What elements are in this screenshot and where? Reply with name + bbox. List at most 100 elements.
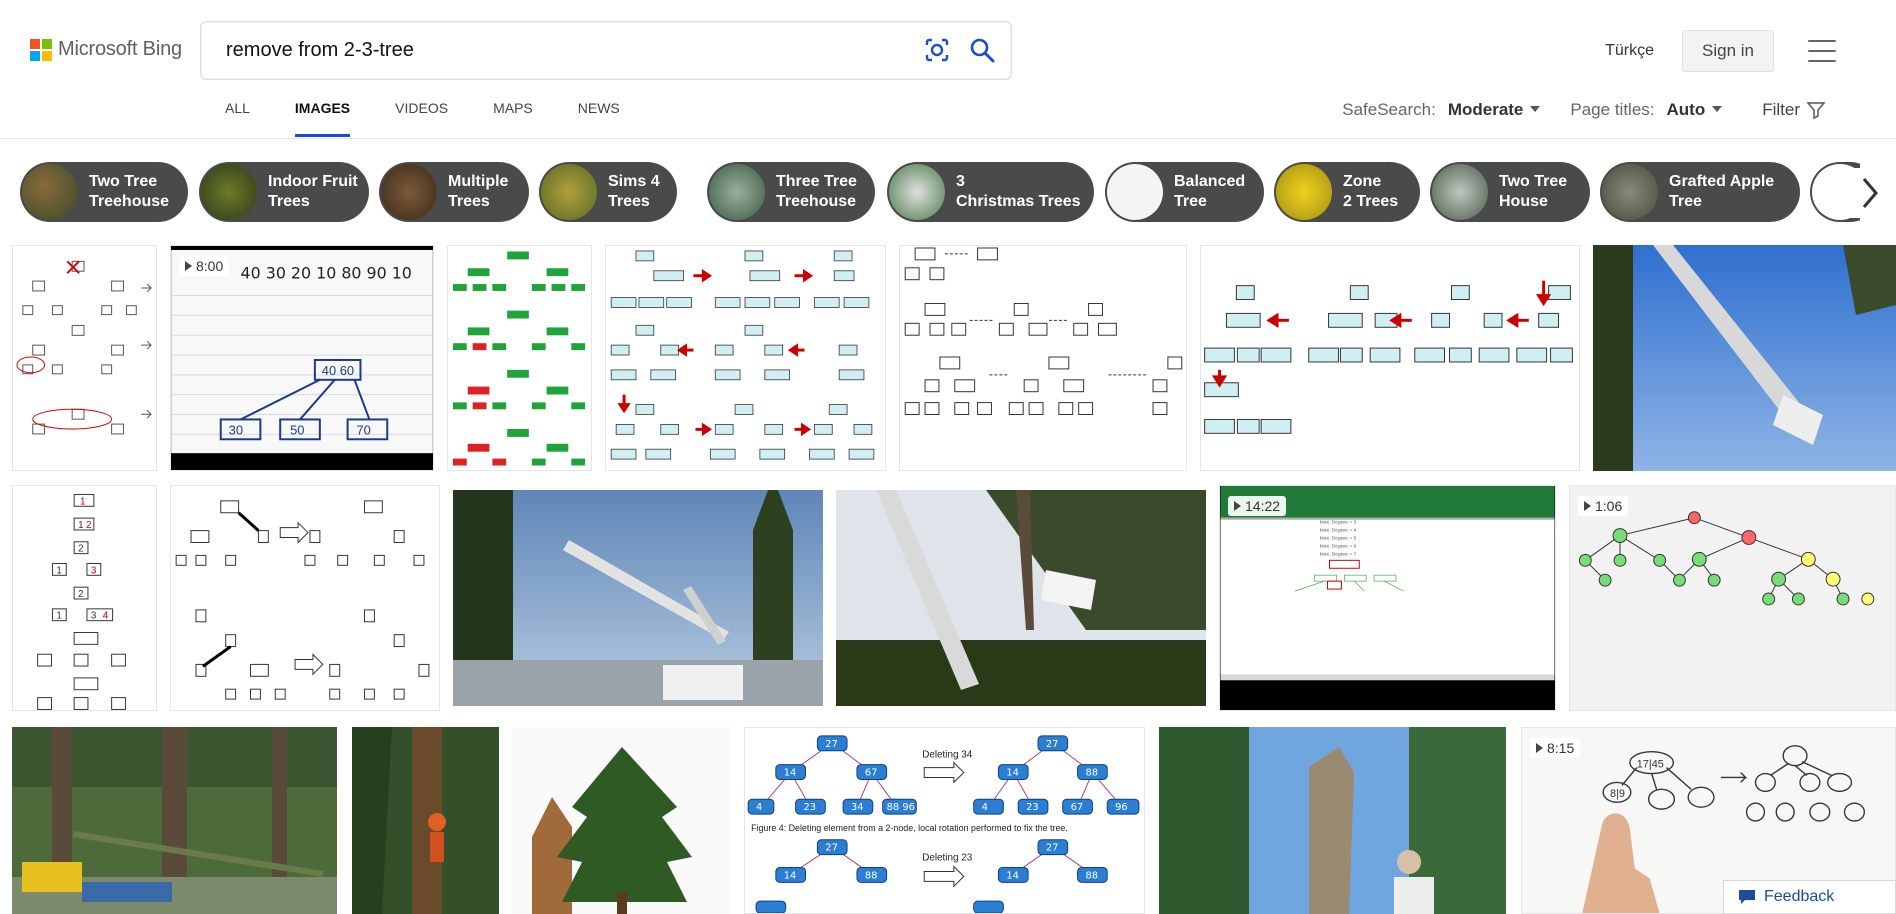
svg-text:2: 2 bbox=[78, 544, 83, 555]
svg-text:96: 96 bbox=[1115, 802, 1128, 813]
chevron-right-icon bbox=[1862, 178, 1878, 208]
tab-all[interactable]: ALL bbox=[225, 100, 250, 136]
image-result[interactable] bbox=[1593, 245, 1896, 471]
svg-text:40 30 20 10 80 90 10: 40 30 20 10 80 90 10 bbox=[241, 264, 412, 283]
pine-tree-photo bbox=[512, 727, 731, 914]
visual-search-icon[interactable] bbox=[923, 36, 951, 64]
svg-text:23: 23 bbox=[1026, 802, 1039, 813]
svg-text:1: 1 bbox=[80, 496, 85, 507]
svg-text:88 96: 88 96 bbox=[887, 802, 915, 813]
video-result[interactable]: Max. Degree = 3 Max. Degree = 4 Max. Degre… bbox=[1219, 485, 1556, 711]
related-pill[interactable]: 3 Christmas Trees bbox=[887, 162, 1094, 222]
filter-button[interactable]: Filter bbox=[1762, 100, 1826, 120]
search-icon[interactable] bbox=[968, 36, 996, 64]
image-result[interactable] bbox=[1200, 245, 1580, 471]
feedback-label: Feedback bbox=[1764, 888, 1835, 905]
carousel-next-button[interactable] bbox=[1848, 168, 1892, 218]
svg-text:34: 34 bbox=[851, 802, 864, 813]
svg-text:50: 50 bbox=[290, 422, 304, 437]
image-result[interactable] bbox=[352, 727, 499, 914]
image-result[interactable] bbox=[512, 727, 731, 914]
svg-text:1: 1 bbox=[78, 520, 83, 531]
video-duration: 14:22 bbox=[1245, 498, 1281, 514]
sign-in-button[interactable]: Sign in bbox=[1682, 30, 1774, 72]
pill-thumbnail bbox=[709, 164, 765, 220]
related-pill[interactable]: Two Tree House bbox=[1430, 162, 1590, 222]
pill-label-2: Tree bbox=[1669, 193, 1702, 210]
page-titles-dropdown[interactable]: Auto bbox=[1667, 100, 1706, 120]
pill-label-1: Indoor Fruit bbox=[268, 173, 358, 190]
svg-text:1: 1 bbox=[56, 565, 61, 576]
scope-tabs: ALL IMAGES VIDEOS MAPS NEWS bbox=[225, 100, 665, 137]
image-result[interactable] bbox=[899, 245, 1187, 471]
image-result[interactable]: 1122132134 bbox=[12, 485, 157, 711]
video-duration-badge: 14:22 bbox=[1228, 496, 1287, 516]
tab-videos[interactable]: VIDEOS bbox=[395, 100, 448, 136]
image-result[interactable] bbox=[12, 245, 157, 471]
image-result[interactable] bbox=[605, 245, 886, 471]
image-result[interactable] bbox=[12, 727, 337, 914]
related-pill[interactable]: Sims 4 Trees bbox=[539, 162, 677, 222]
pill-label-1: Grafted Apple bbox=[1669, 173, 1775, 190]
svg-text:88: 88 bbox=[1085, 767, 1098, 778]
video-result[interactable]: 40 30 20 10 80 90 10 40 60 30 50 70 8:00 bbox=[170, 245, 434, 471]
related-pill[interactable]: Multiple Trees bbox=[379, 162, 529, 222]
video-duration-badge: 8:15 bbox=[1530, 738, 1581, 758]
related-pill[interactable]: Zone 2 Trees bbox=[1274, 162, 1420, 222]
video-duration: 8:15 bbox=[1547, 740, 1575, 756]
related-pill[interactable]: Balanced Tree bbox=[1105, 162, 1264, 222]
related-pill[interactable]: Two Tree Treehouse bbox=[20, 162, 188, 222]
pill-thumbnail bbox=[1276, 164, 1332, 220]
tree-diagram-image bbox=[610, 250, 875, 460]
svg-text:70: 70 bbox=[357, 422, 371, 437]
svg-text:27: 27 bbox=[825, 739, 838, 750]
chevron-down-icon bbox=[1530, 106, 1541, 112]
pill-label-1: 3 bbox=[956, 173, 965, 190]
pill-label-2: Trees bbox=[608, 193, 650, 210]
image-result[interactable] bbox=[453, 490, 823, 706]
svg-text:23: 23 bbox=[804, 802, 817, 813]
related-pill[interactable]: Three Tree Treehouse bbox=[707, 162, 875, 222]
language-link[interactable]: Türkçe bbox=[1605, 42, 1654, 60]
search-box[interactable]: remove from 2-3-tree bbox=[200, 21, 1012, 80]
bucket-truck-photo bbox=[836, 490, 1206, 706]
svg-text:88: 88 bbox=[865, 870, 878, 881]
pill-label-2: 2 Trees bbox=[1343, 193, 1399, 210]
chat-bubble-icon bbox=[1739, 890, 1755, 904]
svg-text:3: 3 bbox=[91, 611, 97, 622]
image-result[interactable] bbox=[170, 485, 440, 711]
bing-logo[interactable]: Microsoft Bing bbox=[30, 38, 182, 61]
whiteboard-tree-image: 40 30 20 10 80 90 10 40 60 30 50 70 bbox=[171, 249, 433, 454]
video-result[interactable]: 1:06 bbox=[1569, 485, 1896, 711]
tree-diagram-image bbox=[904, 247, 1183, 415]
svg-text:40 60: 40 60 bbox=[322, 363, 354, 378]
tab-images[interactable]: IMAGES bbox=[294, 100, 351, 137]
animation-screenshot-image: Max. Degree = 3 Max. Degree = 4 Max. Degre… bbox=[1220, 486, 1555, 681]
hamburger-menu-icon[interactable] bbox=[1808, 40, 1836, 62]
feedback-button[interactable]: Feedback bbox=[1723, 880, 1896, 914]
tab-news[interactable]: NEWS bbox=[578, 100, 620, 136]
related-pill[interactable]: Indoor Fruit Trees bbox=[199, 162, 369, 222]
header-bar: Microsoft Bing remove from 2-3-tree Türk… bbox=[0, 0, 1896, 139]
image-result[interactable]: 27 14 67 4 23 34 88 96 27 14 88 4 23 67 96 27 14 88 27 14 8… bbox=[744, 727, 1145, 914]
related-pill[interactable]: Grafted Apple Tree bbox=[1600, 162, 1800, 222]
svg-text:14: 14 bbox=[1006, 870, 1019, 881]
tree-diagram-image: 27 14 67 4 23 34 88 96 27 14 88 4 23 67 96 27 14 88 27 14 8… bbox=[747, 735, 1140, 913]
tree-diagram-image bbox=[16, 260, 152, 435]
svg-text:30: 30 bbox=[229, 422, 243, 437]
pill-label-1: Multiple bbox=[448, 173, 509, 190]
tree-diagram-image: 11 221 321 3 4 bbox=[37, 493, 126, 710]
safesearch-dropdown[interactable]: Moderate bbox=[1448, 100, 1524, 120]
tab-maps[interactable]: MAPS bbox=[493, 100, 533, 136]
climber-tree-photo bbox=[352, 727, 499, 914]
image-result[interactable] bbox=[1159, 727, 1506, 914]
svg-text:Max. Degree = 4: Max. Degree = 4 bbox=[1320, 528, 1357, 534]
image-result[interactable] bbox=[836, 490, 1206, 706]
figure-caption: Figure 4: Deleting element from a 2-node… bbox=[751, 823, 1068, 833]
image-result[interactable] bbox=[447, 245, 592, 471]
pill-label-1: Two Tree bbox=[89, 173, 158, 190]
pill-thumbnail bbox=[541, 164, 597, 220]
pill-label-1: Two Tree bbox=[1499, 173, 1568, 190]
search-input[interactable]: remove from 2-3-tree bbox=[226, 39, 414, 62]
logo-text: Microsoft Bing bbox=[58, 38, 182, 60]
